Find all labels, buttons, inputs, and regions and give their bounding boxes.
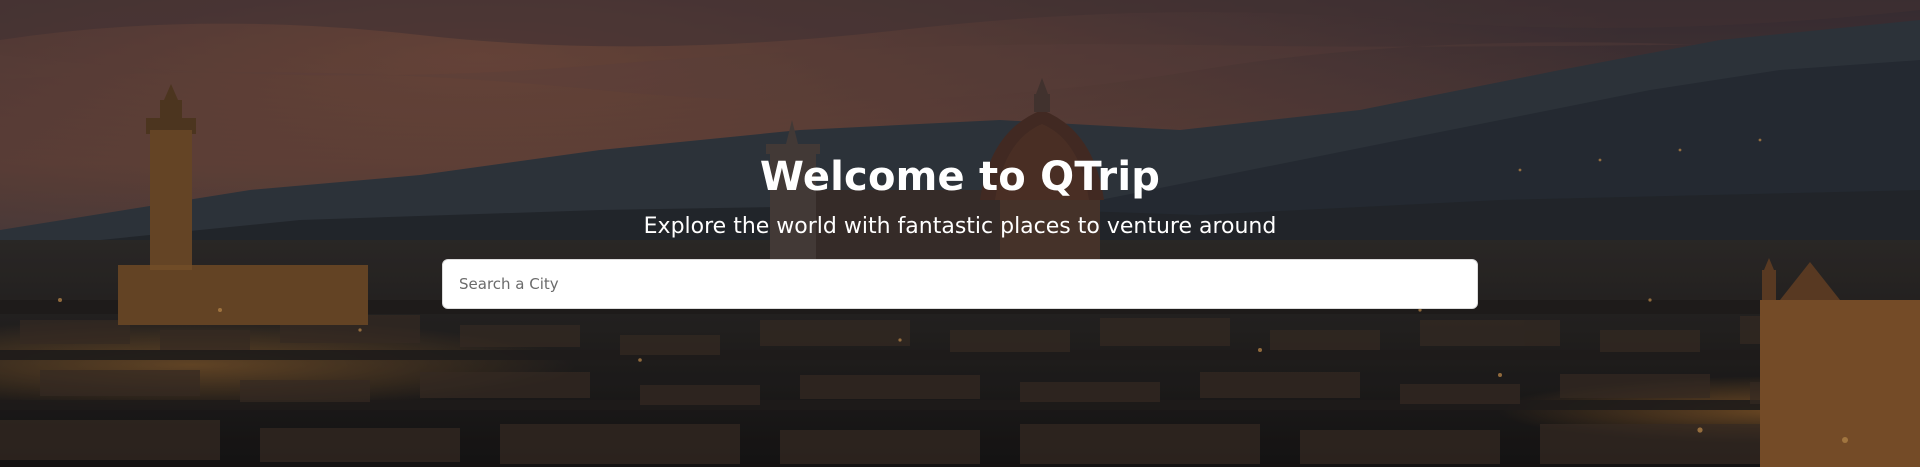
city-search-input[interactable] — [442, 259, 1478, 309]
hero-content: Welcome to QTrip Explore the world with … — [0, 0, 1920, 467]
hero-title: Welcome to QTrip — [759, 154, 1161, 200]
hero-subtitle: Explore the world with fantastic places … — [643, 214, 1277, 239]
hero-banner: Welcome to QTrip Explore the world with … — [0, 0, 1920, 467]
page-below-hero — [0, 467, 1920, 471]
